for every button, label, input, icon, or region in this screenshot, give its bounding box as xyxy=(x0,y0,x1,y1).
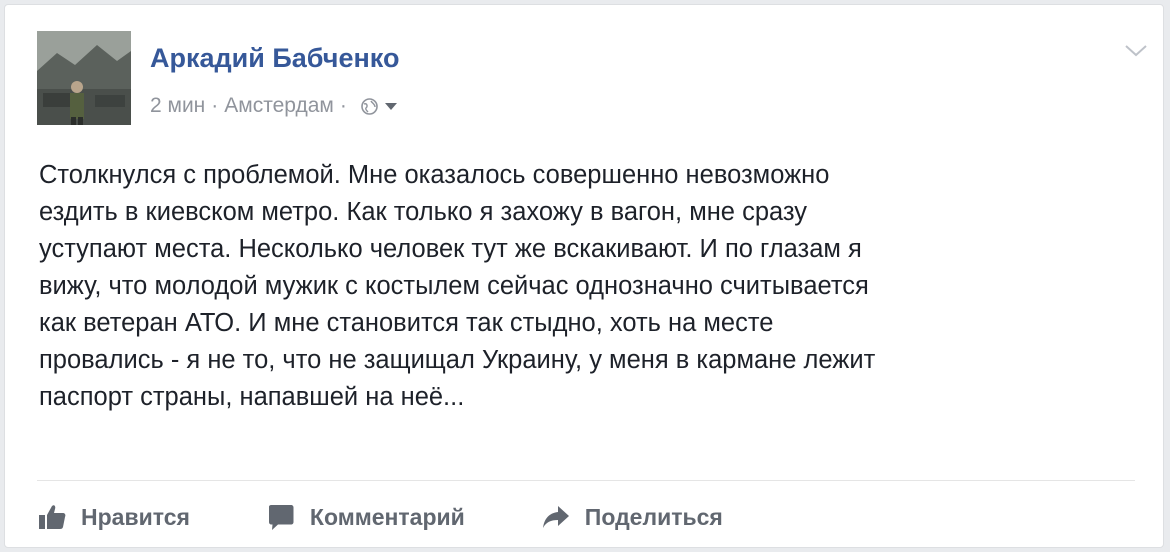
comment-bubble-icon xyxy=(266,503,296,531)
comment-label: Комментарий xyxy=(309,503,465,530)
avatar[interactable] xyxy=(37,31,131,125)
avatar-photo xyxy=(37,31,131,125)
post-meta: 2 мин · Амстердам · xyxy=(150,93,398,119)
meta-separator: · xyxy=(339,94,347,117)
post-time[interactable]: 2 мин xyxy=(150,94,205,118)
like-label: Нравится xyxy=(81,503,190,530)
share-arrow-icon xyxy=(541,503,571,531)
post-text: Столкнулся с проблемой. Мне оказалось со… xyxy=(39,161,876,411)
chevron-down-icon[interactable] xyxy=(1123,41,1149,61)
like-button[interactable]: Нравится xyxy=(37,503,190,531)
comment-button[interactable]: Комментарий xyxy=(266,503,465,531)
share-button[interactable]: Поделиться xyxy=(541,503,723,531)
author-name[interactable]: Аркадий Бабченко xyxy=(150,43,399,74)
meta-separator: · xyxy=(211,94,219,117)
post-actions: Нравится Комментарий Поделиться xyxy=(37,497,723,537)
globe-icon[interactable] xyxy=(361,97,378,115)
divider xyxy=(37,480,1135,481)
share-label: Поделиться xyxy=(584,503,723,530)
audience-dropdown-icon[interactable] xyxy=(384,101,398,111)
post-location[interactable]: Амстердам xyxy=(224,94,334,118)
thumbs-up-icon xyxy=(37,503,67,531)
post-card: Аркадий Бабченко 2 мин · Амстердам · Сто… xyxy=(4,4,1164,548)
